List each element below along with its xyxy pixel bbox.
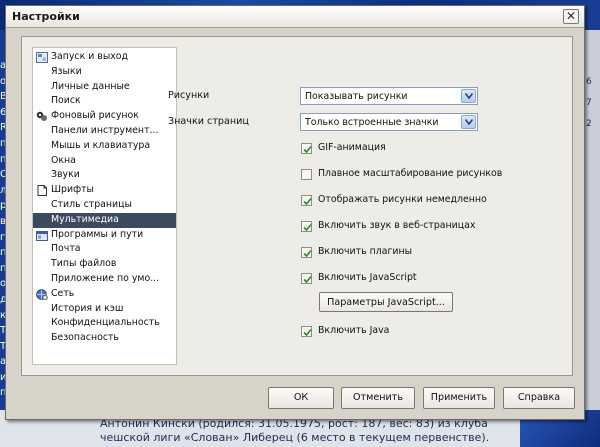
images-select-value: Показывать рисунки	[305, 91, 408, 102]
sidebar-item-default-app[interactable]: Приложение по умо...	[33, 272, 176, 287]
sidebar-item-label: Приложение по умо...	[51, 273, 160, 284]
sidebar-item-windows[interactable]: Окна	[33, 154, 176, 169]
favicons-select[interactable]: Только встроенные значки	[300, 113, 478, 131]
gif-animation-checkbox-row[interactable]: GIF-анимация	[301, 142, 501, 156]
dialog-titlebar[interactable]: Настройки ✕	[6, 6, 584, 28]
sidebar-item-label: Безопасность	[51, 332, 119, 344]
ok-button[interactable]: ОК	[268, 387, 334, 409]
sidebar-item-fonts[interactable]: Шрифты	[33, 183, 176, 198]
smooth-scaling-checkbox-row[interactable]: Плавное масштабирование рисунков	[301, 168, 521, 182]
sidebar-item-label: Запуск и выход	[51, 51, 128, 62]
background-page-right-text: 6 7 2	[586, 77, 592, 129]
sidebar-item-page-style[interactable]: Стиль страницы	[33, 198, 176, 213]
show-images-immediately-checkbox-row[interactable]: Отображать рисунки немедленно	[301, 194, 521, 208]
sidebar-item-label: Конфиденциальность	[51, 317, 160, 329]
sidebar-item-privacy[interactable]: Конфиденциальность	[33, 316, 176, 331]
sidebar-item-mouse-keyboard[interactable]: Мышь и клавиатура	[33, 139, 176, 154]
enable-javascript-checkbox-row[interactable]: Включить JavaScript	[301, 272, 501, 286]
background-page-article-text: Антонин Кински (родился: 31.05.1975, рос…	[100, 417, 520, 445]
enable-sound-label: Включить звук в веб-страницах	[318, 220, 476, 231]
network-icon	[36, 288, 48, 300]
sidebar-item-label: Звуки	[51, 169, 80, 181]
help-button[interactable]: Справка	[503, 387, 575, 409]
chevron-down-icon[interactable]	[461, 115, 476, 129]
gif-animation-checkbox[interactable]	[301, 143, 312, 154]
sidebar-item-mail[interactable]: Почта	[33, 242, 176, 257]
sidebar-item-label: Фоновый рисунок	[51, 110, 139, 122]
programs-icon	[36, 230, 48, 241]
sidebar-item-label: Почта	[51, 243, 81, 255]
sidebar-item-label: Мультимедиа	[51, 213, 119, 225]
show-images-immediately-label: Отображать рисунки немедленно	[318, 194, 487, 205]
settings-dialog: Настройки ✕ Запуск и выход Языки Личные …	[5, 5, 585, 420]
sidebar-item-label: Языки	[51, 65, 82, 77]
favicons-label: Значки страниц	[168, 116, 249, 127]
sidebar-item-languages[interactable]: Языки	[33, 65, 176, 80]
sidebar-item-sounds[interactable]: Звуки	[33, 168, 176, 183]
sidebar-item-programs-paths[interactable]: Программы и пути	[33, 228, 176, 243]
background-image-icon	[36, 111, 48, 122]
sidebar-item-personal-data[interactable]: Личные данные	[33, 80, 176, 95]
sidebar-item-background-image[interactable]: Фоновый рисунок	[33, 109, 176, 124]
sidebar-item-label: Программы и пути	[51, 228, 144, 240]
enable-plugins-checkbox-row[interactable]: Включить плагины	[301, 246, 501, 260]
sidebar-item-label: Личные данные	[51, 80, 130, 92]
ok-label: ОК	[293, 392, 309, 403]
enable-sound-checkbox-row[interactable]: Включить звук в веб-страницах	[301, 220, 521, 234]
enable-plugins-label: Включить плагины	[318, 246, 412, 257]
sidebar-item-label: Мышь и клавиатура	[51, 139, 151, 151]
dialog-title: Настройки	[12, 10, 80, 23]
enable-plugins-checkbox[interactable]	[301, 247, 312, 258]
close-icon: ✕	[565, 9, 577, 23]
sidebar-item-label: Стиль страницы	[51, 199, 132, 210]
enable-java-checkbox[interactable]	[301, 326, 312, 337]
apply-button[interactable]: Применить	[423, 387, 495, 409]
sidebar-item-label: Поиск	[51, 95, 81, 107]
enable-sound-checkbox[interactable]	[301, 221, 312, 232]
sidebar-item-file-types[interactable]: Типы файлов	[33, 257, 176, 272]
close-button[interactable]: ✕	[563, 9, 579, 24]
sidebar-item-startup[interactable]: Запуск и выход	[33, 50, 176, 65]
cancel-button[interactable]: Отменить	[341, 387, 415, 409]
sidebar-item-multimedia[interactable]: Мультимедиа	[33, 212, 176, 228]
enable-javascript-checkbox[interactable]	[301, 273, 312, 284]
sidebar-item-label: Типы файлов	[51, 258, 117, 270]
enable-java-checkbox-row[interactable]: Включить Java	[301, 325, 501, 339]
enable-java-label: Включить Java	[318, 325, 390, 336]
sidebar-item-label: Панели инструмент...	[51, 125, 159, 136]
javascript-options-button[interactable]: Параметры JavaScript...	[319, 292, 453, 312]
cancel-label: Отменить	[352, 392, 404, 403]
sidebar-item-label: История и кэш	[51, 302, 124, 314]
enable-javascript-label: Включить JavaScript	[318, 272, 417, 283]
apply-label: Применить	[430, 392, 488, 403]
sidebar-item-search[interactable]: Поиск	[33, 94, 176, 109]
fonts-icon	[36, 185, 48, 197]
article-line-2: чешской лиги «Слован» Либерец (6 место в…	[100, 431, 490, 444]
images-select[interactable]: Показывать рисунки	[300, 87, 478, 105]
smooth-scaling-checkbox[interactable]	[301, 169, 312, 180]
sidebar-item-label: Шрифты	[51, 184, 94, 196]
smooth-scaling-label: Плавное масштабирование рисунков	[318, 168, 503, 179]
images-label: Рисунки	[168, 90, 210, 101]
sidebar-item-security[interactable]: Безопасность	[33, 331, 176, 346]
startup-icon	[36, 52, 48, 63]
favicons-select-value: Только встроенные значки	[305, 117, 439, 128]
sidebar-item-label: Сеть	[51, 287, 75, 299]
chevron-down-icon[interactable]	[461, 89, 476, 103]
settings-content-frame: Запуск и выход Языки Личные данные Поиск…	[21, 36, 573, 376]
sidebar-item-toolbars[interactable]: Панели инструмент...	[33, 124, 176, 139]
gif-animation-label: GIF-анимация	[318, 142, 386, 153]
sidebar-item-network[interactable]: Сеть	[33, 287, 176, 302]
settings-sidebar: Запуск и выход Языки Личные данные Поиск…	[32, 47, 177, 365]
sidebar-item-label: Окна	[51, 154, 76, 166]
help-label: Справка	[517, 392, 561, 403]
javascript-options-label: Параметры JavaScript...	[327, 297, 445, 308]
sidebar-item-history-cache[interactable]: История и кэш	[33, 302, 176, 317]
show-images-immediately-checkbox[interactable]	[301, 195, 312, 206]
